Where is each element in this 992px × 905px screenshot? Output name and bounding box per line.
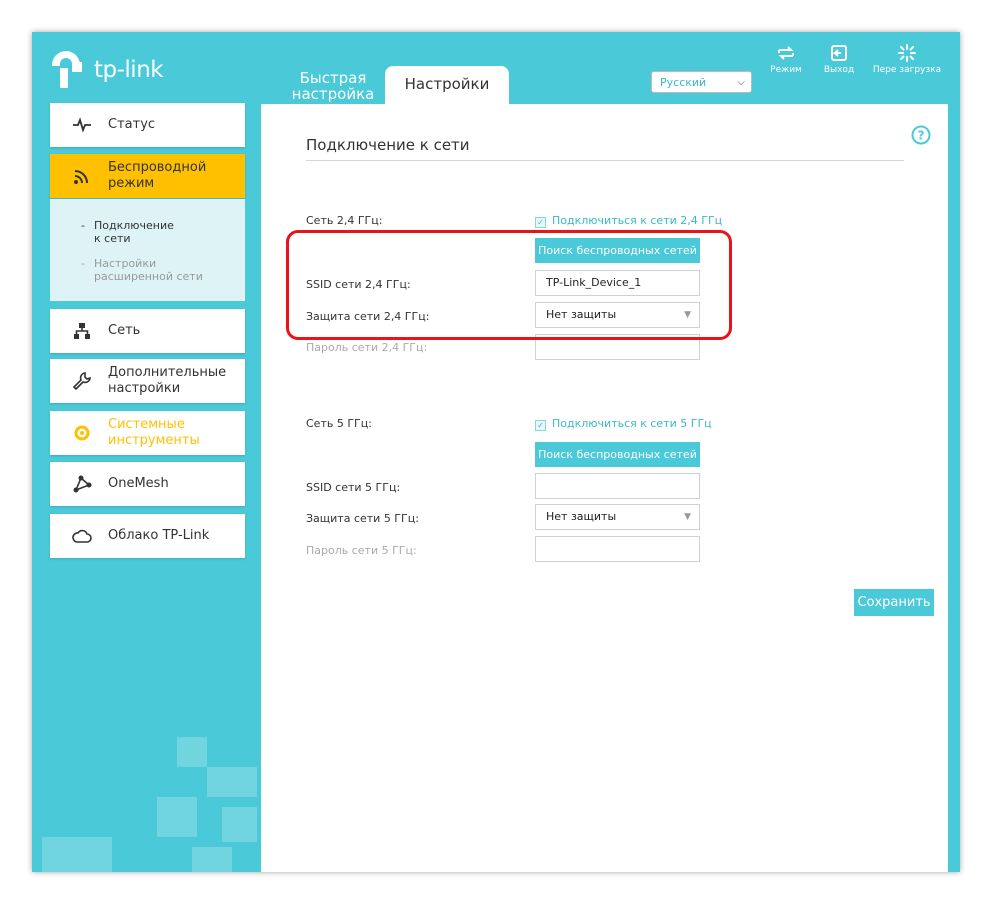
net5-connect-label: Подключиться к сети 5 ГГц [552,417,712,430]
sidebar-label-line2: режим [108,176,155,191]
net24-label: Сеть 2,4 ГГц: [306,214,383,227]
content-panel: Подключение к сети ? Сеть 2,4 ГГц: ✓ Подк… [261,104,948,872]
sidebar-item-cloud[interactable]: Облако TP-Link [50,514,245,558]
net5-security-value: Нет защиты [546,510,617,523]
language-value: Русский [660,76,707,89]
network-icon [74,323,90,339]
gear-icon [74,425,90,441]
net5-connect-checkbox[interactable]: ✓ Подключиться к сети 5 ГГц [535,417,712,431]
checkbox-checked-icon: ✓ [535,420,546,431]
wifi-icon [74,170,88,184]
sidebar-item-status[interactable]: Статус [50,103,245,147]
decor-pixel [157,797,197,837]
net24-connect-checkbox[interactable]: ✓ Подключиться к сети 2,4 ГГц [535,214,722,228]
net5-password-label: Пароль сети 5 ГГц: [306,544,417,557]
subitem-line2: расширенной сети [94,270,203,283]
mode-button[interactable]: Режим [756,44,816,75]
cloud-icon [72,529,92,543]
sidebar-label-line1: Дополнительные [108,365,227,380]
svg-text:?: ? [918,129,925,143]
checkbox-checked-icon: ✓ [535,217,546,228]
sidebar-label-line1: Системные [108,417,185,432]
tab-quick-setup-line2: настройка [291,85,375,103]
net5-password-input[interactable] [535,536,700,562]
mesh-icon [73,475,92,493]
mode-label: Режим [770,65,802,75]
wrench-icon [72,372,91,391]
highlight-annotation [286,230,732,340]
net24-connect-label: Подключиться к сети 2,4 ГГц [552,214,723,227]
sidebar-item-wireless[interactable]: Беспроводной режим [50,154,245,198]
logout-button[interactable]: Выход [809,44,869,75]
sidebar-item-label: Статус [108,117,156,132]
decor-pixel [177,737,207,767]
sidebar-item-label: Беспроводной режим [108,160,206,192]
bullet-dash: - [81,257,85,270]
reboot-button[interactable]: Пере загрузка [872,44,942,75]
net24-password-label: Пароль сети 2,4 ГГц: [306,341,428,354]
net5-scan-button[interactable]: Поиск беспроводных сетей [535,442,700,467]
subitem-line1: Настройки [94,257,157,270]
net5-label: Сеть 5 ГГц: [306,417,372,430]
pulse-icon [73,117,91,133]
save-button[interactable]: Сохранить [854,589,934,616]
sidebar-item-label: Сеть [108,323,141,338]
router-web-ui: tp-link Быстрая настройка Настройки Русс… [32,32,960,872]
sidebar-subitem-connection[interactable]: - Подключение к сети [81,219,174,245]
tab-quick-setup-line1: Быстрая [299,69,367,87]
tab-quick-setup[interactable]: Быстрая настройка [278,70,388,104]
decor-pixel [192,847,232,872]
reboot-icon [898,44,916,62]
language-select[interactable]: Русский ⌵ [651,71,752,93]
logout-label: Выход [823,65,855,75]
sidebar-item-label: OneMesh [108,476,169,491]
sidebar-label-line2: инструменты [108,433,200,448]
help-icon[interactable]: ? [911,125,931,145]
title-divider [306,160,904,161]
page-title: Подключение к сети [306,136,470,154]
sidebar-label-line1: Беспроводной [108,160,207,175]
net5-ssid-label: SSID сети 5 ГГц: [306,481,401,494]
sidebar-item-system-tools[interactable]: Системные инструменты [50,411,245,455]
subitem-line1: Подключение [94,219,174,232]
sidebar-item-advanced[interactable]: Дополнительные настройки [50,359,245,403]
net5-security-label: Защита сети 5 ГГц: [306,512,419,525]
sidebar-item-label: Облако TP-Link [108,528,210,543]
net5-ssid-input[interactable] [535,473,700,499]
decor-pixel [42,837,112,872]
logout-icon [831,45,847,61]
logo-text: tp-link [94,57,164,83]
wireless-submenu: - Подключение к сети - Настройки расшире… [50,199,245,301]
reboot-label: Пере загрузка [872,65,942,75]
bullet-dash: - [81,219,85,232]
caret-down-icon: ▼ [684,512,691,522]
chevron-down-icon: ⌵ [737,77,745,88]
sidebar-item-onemesh[interactable]: OneMesh [50,462,245,506]
subitem-line2: к сети [94,232,131,245]
tab-settings[interactable]: Настройки [385,66,509,104]
sidebar-subitem-extended[interactable]: - Настройки расширенной сети [81,257,203,283]
decor-pixel [207,767,257,797]
sidebar-item-label: Дополнительные настройки [108,365,226,397]
sidebar-item-network[interactable]: Сеть [50,309,245,353]
net5-security-select[interactable]: Нет защиты ▼ [535,504,700,530]
mode-switch-icon [778,46,794,60]
decor-pixel [222,807,257,842]
sidebar-label-line2: настройки [108,381,181,396]
sidebar-item-label: Системные инструменты [108,417,200,449]
